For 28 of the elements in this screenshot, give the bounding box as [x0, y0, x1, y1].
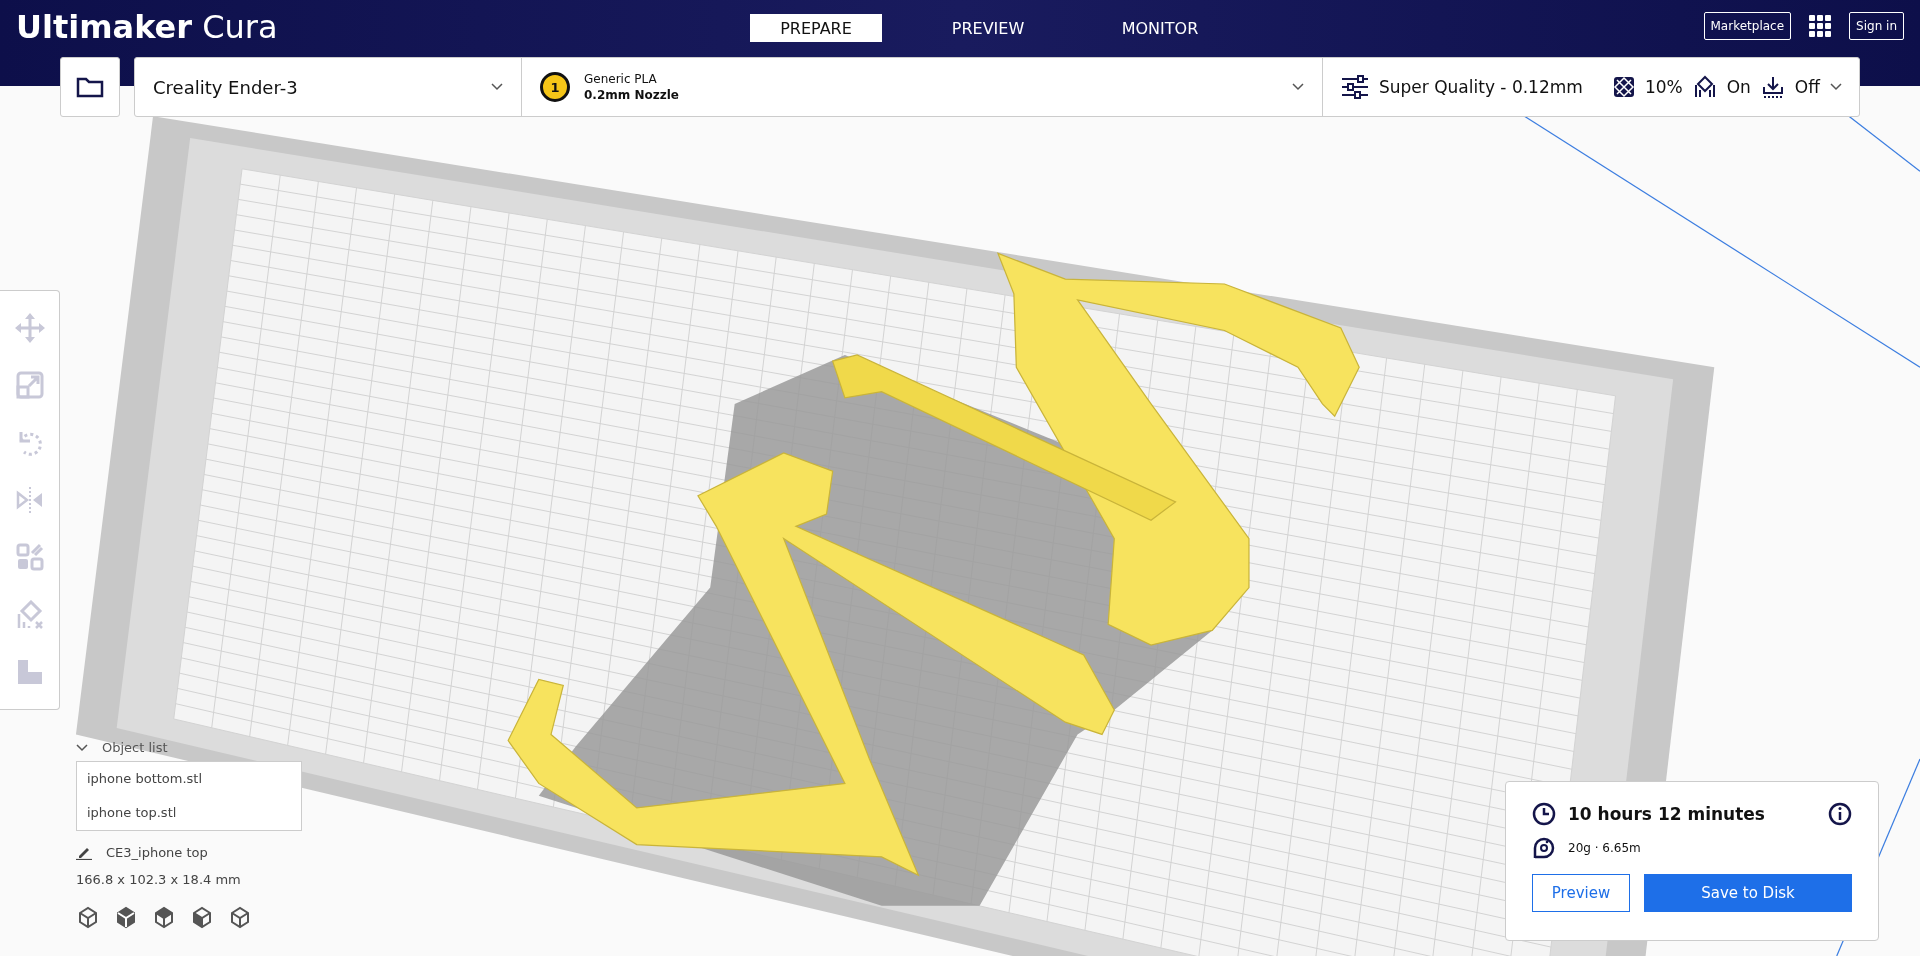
stage-tab[interactable]: PREVIEW [922, 14, 1054, 42]
right-view-icon[interactable] [228, 905, 252, 929]
chevron-down-icon [76, 743, 88, 752]
save-button[interactable]: Save to Disk [1644, 874, 1852, 912]
material-usage: 20g · 6.65m [1568, 841, 1641, 855]
apps-grid-icon[interactable] [1809, 15, 1832, 37]
top-view-icon[interactable] [152, 905, 176, 929]
pencil-icon[interactable] [76, 845, 92, 860]
object-list-toggle[interactable]: Object list [76, 740, 168, 755]
app-logo: Ultimaker Cura [16, 8, 278, 46]
open-file-button[interactable] [60, 57, 120, 117]
info-icon[interactable] [1828, 802, 1852, 826]
left-view-icon[interactable] [190, 905, 214, 929]
filament-spool-icon [1532, 836, 1556, 860]
sign-in-button[interactable]: Sign in [1849, 12, 1904, 40]
folder-icon [76, 76, 104, 98]
object-list-item[interactable]: iphone bottom.stl [77, 762, 301, 796]
clock-icon [1532, 802, 1556, 826]
front-view-icon[interactable] [114, 905, 138, 929]
model-dimensions: 166.8 x 102.3 x 18.4 mm [76, 872, 242, 887]
stage-tab[interactable]: PREPARE [750, 14, 882, 42]
preview-button[interactable]: Preview [1532, 874, 1630, 912]
job-name: CE3_iphone top [106, 845, 208, 860]
marketplace-button[interactable]: Marketplace [1703, 12, 1792, 40]
print-time: 10 hours 12 minutes [1568, 804, 1766, 824]
3d-view-icon[interactable] [76, 905, 100, 929]
object-list-item[interactable]: iphone top.stl [77, 796, 301, 830]
stage-tab[interactable]: MONITOR [1094, 14, 1226, 42]
